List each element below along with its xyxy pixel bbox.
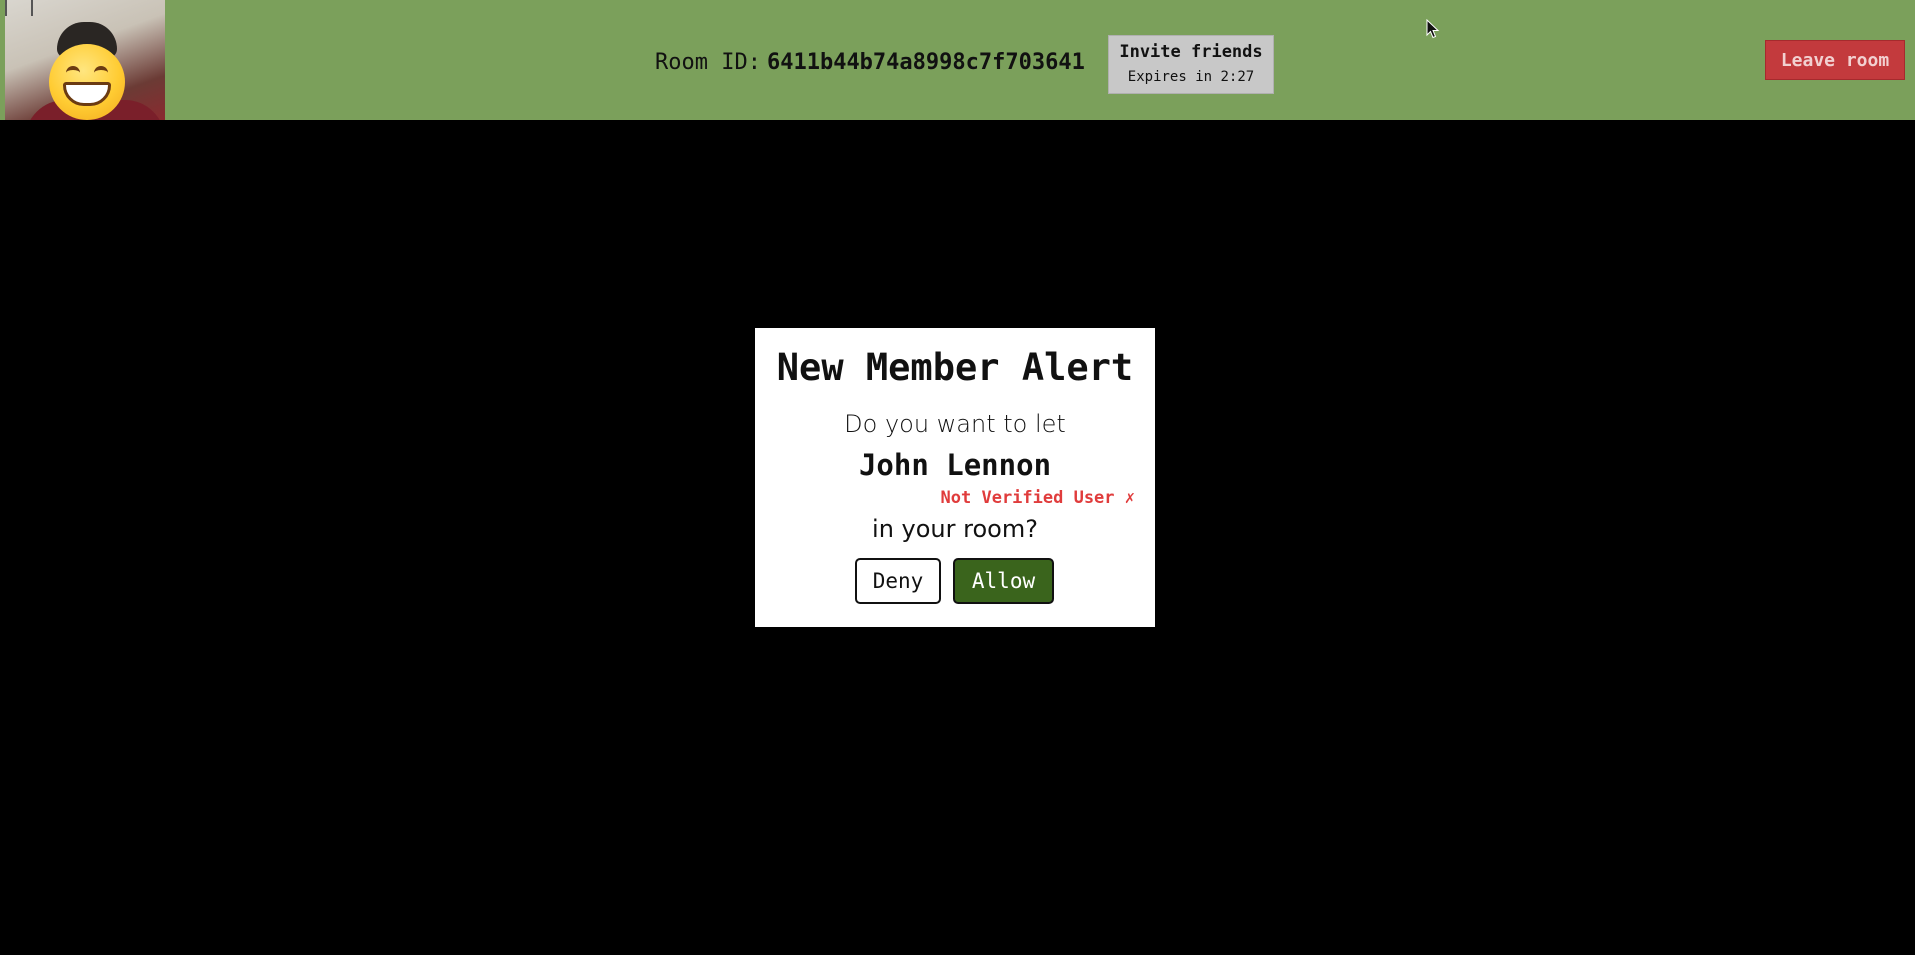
dialog-title: New Member Alert <box>776 346 1134 389</box>
mouse-cursor-icon <box>1426 19 1440 39</box>
background-shelf <box>5 0 33 16</box>
invite-expiry-text: Expires in 2:27 <box>1127 69 1255 85</box>
emoji-right-eye <box>94 66 108 80</box>
room-id-label: Room ID: <box>655 50 761 75</box>
leave-room-button[interactable]: Leave room <box>1765 40 1905 80</box>
invite-friends-button[interactable]: Invite friends Expires in 2:27 <box>1108 35 1274 94</box>
self-video-thumbnail <box>5 0 165 120</box>
top-bar: Room ID: 6411b44b74a8998c7f703641 Invite … <box>0 0 1915 120</box>
dialog-prompt: Do you want to let <box>844 410 1066 438</box>
verification-status-badge: Not Verified User ✗ <box>940 488 1135 508</box>
invite-friends-label: Invite friends <box>1119 42 1263 62</box>
room-id-value: 6411b44b74a8998c7f703641 <box>766 50 1085 75</box>
new-member-alert-dialog: New Member Alert Do you want to let John… <box>755 328 1155 627</box>
dialog-suffix: in your room? <box>872 515 1038 543</box>
emoji-left-eye <box>66 66 80 80</box>
deny-button[interactable]: Deny <box>855 558 941 604</box>
grinning-face-icon <box>49 44 125 120</box>
room-id: Room ID: 6411b44b74a8998c7f703641 <box>655 50 1085 75</box>
member-name: John Lennon <box>858 448 1052 482</box>
emoji-mouth <box>63 82 111 106</box>
allow-button[interactable]: Allow <box>953 558 1054 604</box>
